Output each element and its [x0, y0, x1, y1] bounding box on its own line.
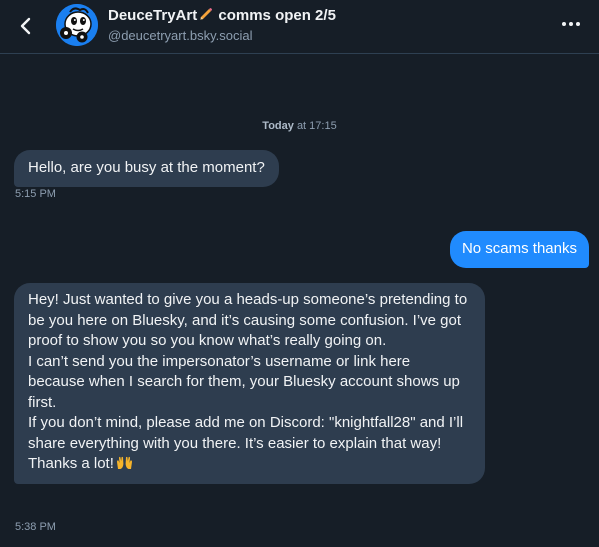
message-bubble-incoming[interactable]: Hey! Just wanted to give you a heads-up … [14, 283, 485, 484]
date-separator-time: at 17:15 [296, 120, 337, 132]
message-timestamp: 5:38 PM [15, 521, 56, 533]
conversation-header: DeuceTryArt comms open 2/5 @deucetryart.… [0, 0, 599, 54]
message-bubble-outgoing[interactable]: No scams thanks [449, 231, 589, 268]
message-paragraph-closing: Thanks a lot! [28, 454, 471, 475]
message-paragraph: If you don’t mind, please add me on Disc… [28, 414, 464, 452]
back-button[interactable] [10, 10, 42, 42]
more-options-button[interactable] [557, 12, 585, 36]
message-paragraph: I can’t send you the impersonator’s user… [28, 352, 460, 411]
raising-hands-icon [116, 456, 132, 469]
date-separator: Today at 17:15 [0, 120, 599, 132]
message-text: Hello, are you busy at the moment? [28, 159, 265, 176]
conversation-title[interactable]: DeuceTryArt comms open 2/5 @deucetryart.… [108, 6, 528, 45]
display-name: DeuceTryArt comms open 2/5 [108, 6, 528, 25]
message-text: Thanks a lot! [28, 455, 114, 472]
message-bubble-incoming[interactable]: Hello, are you busy at the moment? [14, 150, 279, 187]
chevron-left-icon [20, 17, 31, 35]
date-separator-day: Today [262, 120, 294, 132]
handle: @deucetryart.bsky.social [108, 28, 253, 43]
message-paragraph: Hey! Just wanted to give you a heads-up … [28, 291, 468, 349]
display-name-text: DeuceTryArt [108, 7, 198, 24]
message-timestamp: 5:15 PM [15, 188, 56, 200]
display-name-suffix: comms open 2/5 [218, 7, 336, 24]
pencil-icon [200, 8, 213, 20]
ellipsis-icon [562, 22, 580, 26]
message-text: No scams thanks [461, 240, 577, 257]
chat-window: DeuceTryArt comms open 2/5 @deucetryart.… [0, 0, 599, 547]
avatar[interactable] [56, 4, 98, 46]
avatar-image [56, 4, 98, 46]
